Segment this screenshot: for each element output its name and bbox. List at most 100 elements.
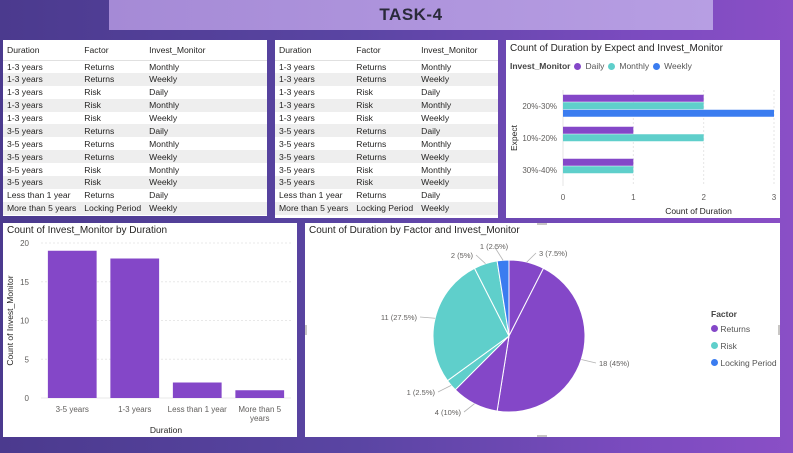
factor-cell: Returns [84, 61, 115, 72]
dashboard-title: TASK-4 [379, 5, 443, 24]
invest-monitor-cell: Monthly [417, 98, 498, 112]
factor-cell: Returns [352, 150, 418, 164]
bar [172, 382, 222, 398]
table-row[interactable]: 1-3 years Risk Daily [3, 86, 267, 99]
column-header-factor[interactable]: Factor [352, 40, 418, 61]
invest-monitor-cell: Weekly [417, 72, 498, 86]
bar [110, 258, 160, 398]
y-tick-label: 15 [20, 278, 29, 287]
invest-monitor-cell: Daily [149, 87, 169, 98]
invest-monitor-cell: Monthly [421, 164, 452, 175]
duration-cell: 3-5 years [279, 138, 315, 149]
expect-bar-chart: 0 1 2 3 20%-30% 10%-20% 30%-40% Expect Count of … [509, 90, 777, 216]
table-panel-2: Duration Factor Invest_Monitor 1-3 years… [275, 40, 498, 218]
duration-cell: 3-5 years [275, 150, 353, 164]
factor-cell: Risk [84, 87, 101, 98]
x-tick-label: 3 [772, 193, 777, 202]
table-header-row: Duration Factor Invest_Monitor [275, 40, 498, 61]
table-row[interactable]: 1-3 years Risk Daily [275, 86, 498, 99]
pie-legend-item-returns[interactable]: Returns [711, 324, 777, 334]
pie-legend-item-locking-period[interactable]: Locking Period [711, 358, 777, 368]
bar-monthly [563, 134, 704, 142]
factor-cell: Risk [84, 164, 101, 175]
duration-cell: 1-3 years [275, 98, 353, 112]
invest-monitor-cell: Weekly [145, 201, 267, 215]
leader-line [526, 252, 537, 263]
table-row[interactable]: 1-3 years Returns Monthly [3, 60, 267, 73]
invest-monitor-cell: Monthly [421, 61, 452, 72]
table-row[interactable]: 1-3 years Risk Monthly [3, 98, 267, 112]
x-category-label: More than 5 [238, 405, 281, 414]
table-row[interactable]: Less than 1 year Returns Daily [3, 189, 267, 202]
factor-cell: Returns [356, 61, 387, 72]
invest-monitor-cell: Daily [417, 124, 498, 138]
x-axis-title: Count of Duration [665, 206, 732, 216]
table-row[interactable]: Less than 1 year Returns Daily [275, 189, 498, 202]
column-header-duration[interactable]: Duration [3, 40, 81, 61]
table-row[interactable]: 1-3 years Risk Weekly [275, 112, 498, 125]
bar-daily [563, 126, 634, 134]
table-row[interactable]: 1-3 years Returns Weekly [3, 72, 267, 86]
table-row[interactable]: 3-5 years Risk Weekly [275, 176, 498, 189]
resize-handle-bottom[interactable] [537, 435, 547, 437]
invest-monitor-cell: Weekly [149, 113, 178, 123]
duration-cell: More than 5 years [275, 201, 353, 215]
legend-marker-returns [711, 325, 718, 332]
table-row[interactable]: 1-3 years Risk Monthly [275, 98, 498, 112]
table-row[interactable]: 3-5 years Returns Weekly [3, 150, 267, 164]
table-row[interactable]: 3-5 years Returns Daily [3, 124, 267, 138]
factor-cell: Returns [356, 138, 387, 149]
factor-pie-chart-panel[interactable]: Count of Duration by Factor and Invest_M… [305, 223, 780, 437]
duration-cell: 3-5 years [3, 150, 81, 164]
duration-cell: 3-5 years [7, 164, 43, 175]
x-category-label: 3-5 years [56, 405, 89, 414]
resize-handle-top[interactable] [537, 223, 547, 225]
x-tick-label: 1 [631, 193, 636, 202]
factor-cell: Returns [84, 190, 115, 201]
legend-label: Returns [720, 324, 751, 334]
column-header-factor[interactable]: Factor [80, 40, 146, 61]
column-header-duration[interactable]: Duration [275, 40, 353, 61]
table-row[interactable]: 3-5 years Risk Monthly [275, 163, 498, 176]
column-header-invest-monitor[interactable]: Invest_Monitor [145, 40, 267, 61]
bar [47, 250, 97, 398]
table-row[interactable]: 3-5 years Risk Monthly [3, 163, 267, 176]
table-row[interactable]: 1-3 years Risk Weekly [3, 112, 267, 125]
duration-cell: More than 5 years [3, 201, 81, 215]
expect-bar-chart-panel[interactable]: Count of Duration by Expect and Invest_M… [506, 40, 780, 218]
table-row[interactable]: 1-3 years Returns Monthly [275, 60, 498, 73]
column-header-invest-monitor[interactable]: Invest_Monitor [417, 40, 498, 61]
pie-legend-item-risk[interactable]: Risk [711, 341, 777, 351]
data-label: 3 (7.5%) [539, 249, 568, 258]
resize-handle-right[interactable] [778, 325, 780, 335]
invest-monitor-cell: Monthly [421, 138, 452, 149]
factor-pie-chart: 3 (7.5%) 18 (45%) 4 (10%) 1 (2.5%) 11 (27.5%… [381, 242, 630, 417]
data-label: 2 (5%) [451, 251, 474, 260]
y-axis-title: Expect [509, 124, 519, 151]
bar-daily [563, 94, 704, 102]
x-category-label: Less than 1 year [168, 405, 227, 414]
duration-bar-chart-panel[interactable]: Count of Invest_Monitor by Duration 0 5 10… [3, 223, 297, 437]
duration-cell: 1-3 years [7, 87, 43, 98]
legend-marker-locking-period [711, 359, 718, 366]
resize-handle-left[interactable] [305, 325, 307, 335]
table-row[interactable]: 3-5 years Returns Daily [275, 124, 498, 138]
table-row[interactable]: 1-3 years Returns Weekly [275, 72, 498, 86]
duration-cell: 1-3 years [3, 72, 81, 86]
table-row[interactable]: 3-5 years Risk Weekly [3, 176, 267, 189]
y-tick-label: 0 [25, 394, 30, 403]
table-row[interactable]: 3-5 years Returns Weekly [275, 150, 498, 164]
duration-cell: 3-5 years [275, 124, 353, 138]
factor-cell: Risk [80, 98, 146, 112]
invest-monitor-cell: Weekly [145, 150, 267, 164]
factor-cell: Returns [356, 190, 387, 201]
table-row[interactable]: More than 5 years Locking Period Weekly [3, 201, 267, 215]
legend-label: Locking Period [720, 358, 777, 368]
invest-monitor-cell: Weekly [417, 176, 498, 189]
table-row[interactable]: More than 5 years Locking Period Weekly [275, 201, 498, 215]
table-row[interactable]: 3-5 years Returns Monthly [3, 137, 267, 150]
invest-monitor-cell: Weekly [421, 113, 450, 123]
duration-cell: 3-5 years [279, 164, 315, 175]
table-header-row: Duration Factor Invest_Monitor [3, 40, 267, 61]
table-row[interactable]: 3-5 years Returns Monthly [275, 137, 498, 150]
